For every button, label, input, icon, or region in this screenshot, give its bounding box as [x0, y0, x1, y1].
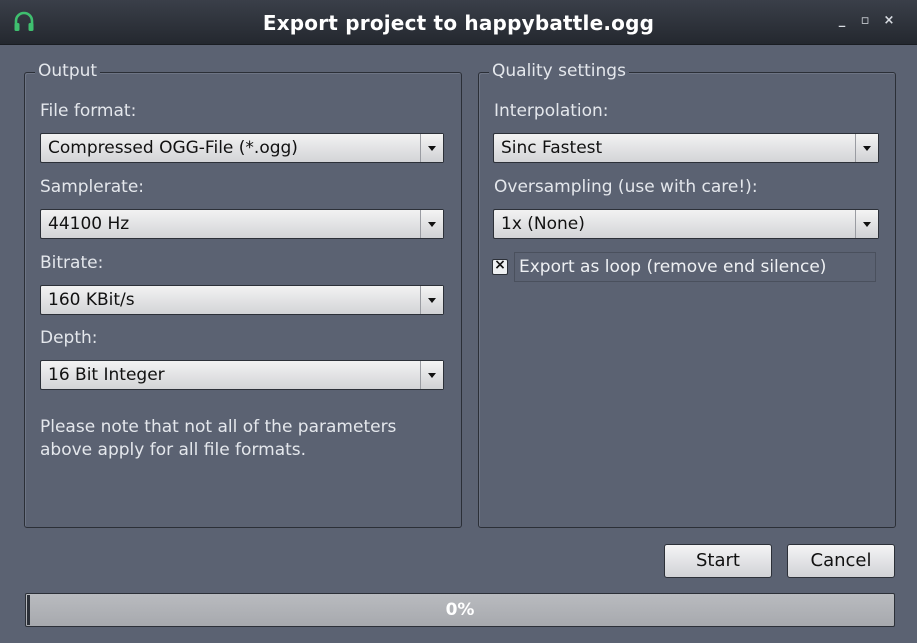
depth-select[interactable]: 16 Bit Integer — [40, 360, 444, 390]
depth-label: Depth: — [40, 328, 98, 348]
export-loop-label-box[interactable]: Export as loop (remove end silence) — [514, 252, 876, 282]
oversampling-select[interactable]: 1x (None) — [493, 209, 879, 239]
oversampling-label: Oversampling (use with care!): — [494, 177, 758, 197]
file-format-value: Compressed OGG-File (*.ogg) — [48, 138, 298, 158]
dropdown-arrow-icon[interactable] — [420, 210, 443, 238]
interpolation-label: Interpolation: — [494, 101, 609, 121]
export-progress-bar: 0% — [25, 593, 895, 627]
export-loop-checkbox[interactable]: × — [492, 257, 508, 275]
dropdown-arrow-icon[interactable] — [420, 361, 443, 389]
chevron-down-icon — [428, 146, 436, 151]
output-group-title: Output — [35, 61, 101, 81]
window-title: Export project to happybattle.ogg — [262, 11, 655, 35]
export-loop-label: Export as loop (remove end silence) — [519, 257, 827, 277]
oversampling-value: 1x (None) — [501, 214, 585, 234]
check-mark-icon: × — [494, 257, 506, 273]
dropdown-arrow-icon[interactable] — [855, 134, 878, 162]
progress-percent: 0% — [445, 600, 475, 620]
title-bar[interactable]: Export project to happybattle.ogg _ ▫ × — [0, 0, 917, 45]
cancel-button[interactable]: Cancel — [787, 544, 895, 578]
depth-value: 16 Bit Integer — [48, 365, 165, 385]
samplerate-select[interactable]: 44100 Hz — [40, 209, 444, 239]
format-note: Please note that not all of the paramete… — [40, 417, 397, 460]
samplerate-label: Samplerate: — [40, 177, 145, 197]
chevron-down-icon — [863, 222, 871, 227]
dropdown-arrow-icon[interactable] — [855, 210, 878, 238]
chevron-down-icon — [428, 222, 436, 227]
quality-group-title: Quality settings — [489, 61, 629, 81]
maximize-button[interactable]: ▫ — [857, 13, 873, 29]
dropdown-arrow-icon[interactable] — [420, 134, 443, 162]
file-format-select[interactable]: Compressed OGG-File (*.ogg) — [40, 133, 444, 163]
start-button[interactable]: Start — [664, 544, 772, 578]
samplerate-value: 44100 Hz — [48, 214, 130, 234]
bitrate-value: 160 KBit/s — [48, 290, 135, 310]
minimize-button[interactable]: _ — [834, 13, 850, 29]
export-loop-option[interactable]: × Export as loop (remove end silence) — [492, 252, 876, 282]
chevron-down-icon — [428, 298, 436, 303]
dropdown-arrow-icon[interactable] — [420, 286, 443, 314]
chevron-down-icon — [428, 373, 436, 378]
interpolation-select[interactable]: Sinc Fastest — [493, 133, 879, 163]
close-button[interactable]: × — [881, 13, 897, 29]
file-format-label: File format: — [40, 101, 137, 121]
bitrate-label: Bitrate: — [40, 253, 104, 273]
bitrate-select[interactable]: 160 KBit/s — [40, 285, 444, 315]
interpolation-value: Sinc Fastest — [501, 138, 603, 158]
chevron-down-icon — [863, 146, 871, 151]
